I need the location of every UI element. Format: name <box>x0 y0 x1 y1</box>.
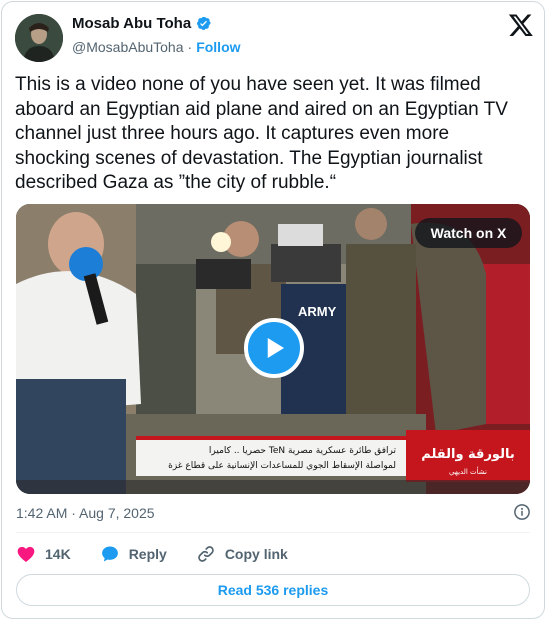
info-icon[interactable] <box>513 503 531 521</box>
x-logo-icon[interactable] <box>508 12 534 38</box>
avatar[interactable] <box>15 14 63 62</box>
heart-icon <box>17 546 35 562</box>
copy-link-label: Copy link <box>224 546 288 562</box>
author-name-row[interactable]: Mosab Abu Toha <box>72 15 212 32</box>
author-name[interactable]: Mosab Abu Toha <box>72 15 191 32</box>
divider <box>16 532 530 533</box>
play-icon <box>267 338 284 358</box>
author-handle[interactable]: @MosabAbuToha <box>72 39 184 55</box>
reply-label: Reply <box>128 546 167 562</box>
reply-button[interactable]: Reply <box>100 544 167 564</box>
like-button[interactable]: 14K <box>16 544 71 564</box>
tweet-text: This is a video none of you have seen ye… <box>15 74 508 193</box>
action-bar: 14K Reply Copy link <box>16 544 317 564</box>
show-host: نشأت الديهي <box>449 466 487 476</box>
copy-link-button[interactable]: Copy link <box>196 544 288 564</box>
show-logo: بالورقة والقلم <box>421 447 514 462</box>
reply-bubble-icon <box>101 546 118 562</box>
follow-button[interactable]: Follow <box>196 39 240 55</box>
handle-row: @MosabAbuToha · Follow <box>72 39 241 55</box>
like-count: 14K <box>45 546 71 562</box>
banner-line-1: حصريا .. كاميرا TeN ترافق طائرة عسكرية م… <box>209 446 397 456</box>
link-icon <box>198 546 214 562</box>
vest-text: ARMY <box>298 304 337 319</box>
verified-badge-icon <box>195 15 212 32</box>
play-button[interactable] <box>244 318 304 378</box>
separator-dot: · <box>187 39 193 55</box>
watch-on-x-button[interactable]: Watch on X <box>415 218 522 248</box>
banner-line-2: لمواصلة الإسقاط الجوي للمساعدات الإنساني… <box>168 461 396 471</box>
tweet-timestamp[interactable]: 1:42 AM · Aug 7, 2025 <box>16 505 155 521</box>
read-replies-button[interactable]: Read 536 replies <box>16 574 530 606</box>
